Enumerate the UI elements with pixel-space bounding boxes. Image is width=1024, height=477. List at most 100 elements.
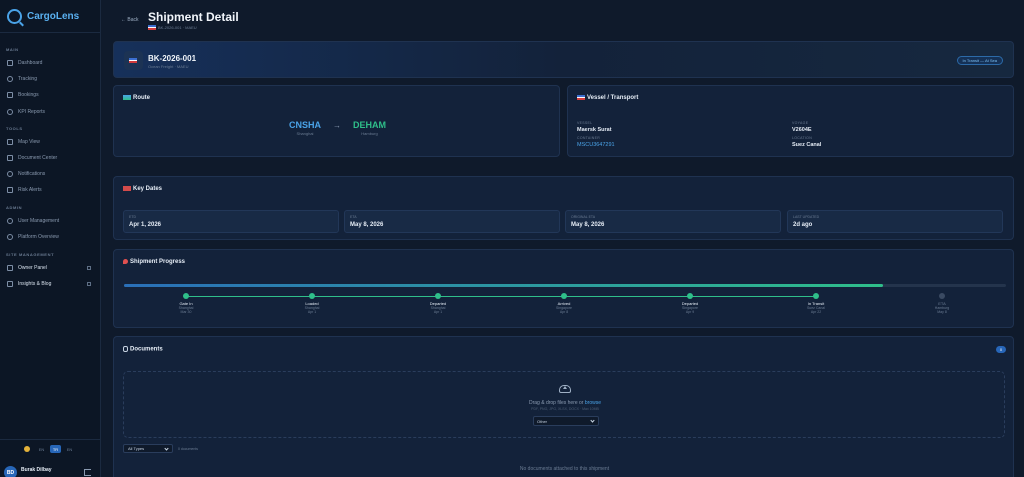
sidebar-item-platform-overview[interactable]: Platform Overview	[7, 231, 95, 242]
document-filter-select[interactable]: All Types	[123, 444, 173, 453]
progress-stage: Gate In Shanghai Mar 30	[156, 293, 216, 314]
sidebar-item-user-management[interactable]: User Management	[7, 215, 95, 226]
date-label: ETA	[350, 215, 357, 219]
sidebar-item-label: Notifications	[18, 170, 46, 177]
progress-stage: Arrived Singapore Apr 8	[534, 293, 594, 314]
key-dates-title-text: Key Dates	[133, 186, 163, 193]
sidebar-item-label: Risk Alerts	[18, 186, 42, 193]
document-type-select[interactable]: Other	[533, 416, 599, 426]
destination-city: Hamburg	[361, 131, 378, 136]
stage-dot	[939, 293, 945, 299]
search-icon	[7, 75, 13, 82]
chevron-down-icon	[590, 418, 595, 423]
lang-option-active[interactable]: TR	[50, 445, 61, 453]
shipment-progress-card: Shipment Progress Gate In Shanghai Mar 30 L…	[113, 249, 1014, 328]
voyage-field: VOYAGE V2604E	[792, 121, 812, 133]
stage-date: Apr 22	[810, 310, 822, 314]
sidebar-item-label: Bookings	[18, 91, 39, 98]
date-value: 2d ago	[793, 222, 813, 228]
grid-icon	[7, 59, 13, 66]
shipment-header-card: BK-2026-001 Ocean Freight · MAEU In Tran…	[113, 41, 1014, 78]
documents-title-text: Documents	[130, 346, 163, 353]
route-path: CNSHA Shanghai → DEHAM Hamburg	[114, 120, 561, 136]
route-destination: DEHAM Hamburg	[353, 120, 386, 136]
user-icon	[7, 217, 13, 224]
sidebar-item-label: Owner Panel	[18, 264, 47, 271]
select-value: Other	[537, 418, 548, 424]
map-icon	[7, 138, 13, 145]
documents-empty-state: No documents attached to this shipment	[519, 466, 610, 472]
stage-dot	[813, 293, 819, 299]
avatar[interactable]: BD	[4, 466, 17, 477]
sidebar-item-label: Map View	[18, 138, 40, 145]
sidebar-item-label: Document Center	[18, 154, 58, 161]
nav-section-site-management: SITE MANAGEMENT	[6, 252, 55, 257]
brand[interactable]: CargoLens	[7, 9, 79, 24]
container-field: CONTAINER MSCU3647291	[577, 136, 615, 148]
date-box: LAST UPDATED 2d ago	[787, 210, 1003, 233]
field-label: VOYAGE	[792, 121, 809, 125]
field-label: VESSEL	[577, 121, 593, 125]
shipment-id: BK-2026-001	[148, 54, 197, 63]
date-value: Apr 1, 2026	[129, 222, 162, 228]
sidebar-item-document-center[interactable]: Document Center	[7, 152, 95, 163]
lang-option[interactable]: EN	[64, 445, 75, 453]
field-value: V2604E	[792, 127, 812, 133]
documents-count-badge: 0	[996, 346, 1006, 353]
sidebar-item-dashboard[interactable]: Dashboard	[7, 57, 95, 68]
status-badge: In Transit — At Sea	[956, 56, 1003, 65]
vessel-title-text: Vessel / Transport	[587, 95, 639, 102]
dropzone-instruction: Drag & drop files here or	[529, 400, 584, 406]
progress-title-text: Shipment Progress	[130, 259, 186, 266]
back-button[interactable]: ← Back	[121, 17, 139, 23]
sidebar-item-tracking[interactable]: Tracking	[7, 73, 95, 84]
documents-title: Documents	[123, 346, 163, 353]
dropzone-text: Drag & drop files here or browse	[124, 400, 1006, 406]
progress-stage: Loaded Shanghai Apr 1	[282, 293, 342, 314]
progress-stage: Departed Shanghai Apr 1	[408, 293, 468, 314]
sidebar-item-insights-blog[interactable]: Insights & Blog	[7, 278, 95, 289]
stage-dot	[687, 293, 693, 299]
browse-link[interactable]: browse	[585, 400, 601, 406]
select-value: All Types	[128, 446, 145, 451]
chart-icon	[7, 108, 13, 115]
upload-dropzone[interactable]: Drag & drop files here or browse PDF, PN…	[123, 371, 1005, 438]
sidebar-item-risk-alerts[interactable]: Risk Alerts	[7, 184, 95, 195]
progress-stage: Departed Singapore Apr 9	[660, 293, 720, 314]
sidebar-item-notifications[interactable]: Notifications	[7, 168, 95, 179]
sidebar-item-label: Platform Overview	[18, 233, 59, 240]
stage-date: Apr 8	[559, 310, 569, 314]
field-value: Maersk Surat	[577, 127, 612, 133]
vessel-card: Vessel / Transport VESSEL Maersk Surat V…	[567, 85, 1014, 157]
sidebar-item-label: KPI Reports	[18, 108, 45, 115]
document-filter-count: 0 documents	[178, 447, 199, 451]
progress-bar-fill	[124, 284, 883, 287]
sidebar-item-owner-panel[interactable]: Owner Panel	[7, 262, 95, 273]
globe-icon	[7, 233, 13, 240]
chevron-down-icon	[164, 446, 169, 451]
magnifier-logo-icon	[7, 9, 22, 24]
key-dates-card: Key Dates ETD Apr 1, 2026 ETA May 8, 202…	[113, 176, 1014, 240]
progress-title: Shipment Progress	[123, 259, 185, 265]
stage-dot	[435, 293, 441, 299]
sidebar-item-bookings[interactable]: Bookings	[7, 89, 95, 100]
container-link[interactable]: MSCU3647291	[577, 142, 615, 148]
nav-section-main: MAIN	[6, 47, 19, 52]
lang-option[interactable]: EN	[36, 445, 47, 453]
warning-icon	[7, 186, 13, 193]
sidebar-item-kpi-reports[interactable]: KPI Reports	[7, 106, 95, 117]
language-switcher: EN TR EN	[24, 445, 75, 453]
route-title: Route	[123, 95, 150, 101]
date-box: ETD Apr 1, 2026	[123, 210, 339, 233]
date-box: ORIGINAL ETA May 8, 2026	[565, 210, 781, 233]
flag-icon	[128, 58, 137, 63]
sun-icon[interactable]	[24, 446, 30, 452]
external-link-icon	[87, 281, 91, 286]
brand-name: CargoLens	[27, 11, 80, 22]
sidebar-item-label: Insights & Blog	[18, 280, 52, 287]
page-subtitle: BK-2026-001 · MAEU	[148, 25, 197, 31]
sidebar-item-label: Dashboard	[18, 59, 43, 66]
sidebar-item-map-view[interactable]: Map View	[7, 136, 95, 147]
logout-icon[interactable]	[84, 469, 91, 476]
field-value: Suez Canal	[792, 142, 822, 148]
